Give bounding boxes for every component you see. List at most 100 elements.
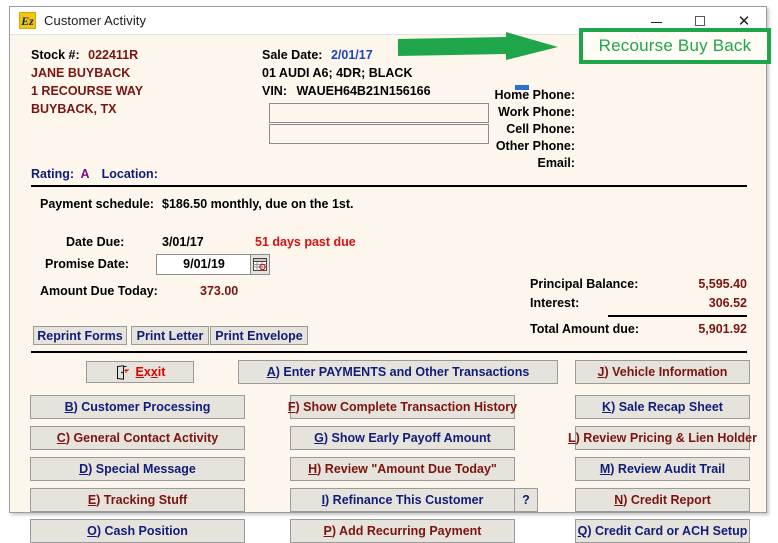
vin-value: WAUEH64B21N156166 xyxy=(296,84,431,98)
accel-k: K xyxy=(602,400,612,414)
work-phone-label: Work Phone: xyxy=(498,105,575,119)
date-due-label: Date Due: xyxy=(66,235,125,249)
annotation-callout-box: Recourse Buy Back xyxy=(579,28,771,64)
accel-g: G xyxy=(314,431,324,445)
interest-row: Interest: 306.52 xyxy=(530,294,747,313)
principal-balance-label: Principal Balance: xyxy=(530,277,639,291)
accel-e: E xyxy=(87,493,97,507)
contact-labels: Home Phone: Work Phone: Cell Phone: Othe… xyxy=(440,87,575,172)
review-audit-trail-button[interactable]: M) Review Audit Trail xyxy=(575,457,750,481)
annotation-arrow xyxy=(398,32,558,60)
accel-d: D xyxy=(79,462,89,476)
special-message-button[interactable]: D) Special Message xyxy=(30,457,245,481)
divider-top xyxy=(31,185,747,187)
accel-b: B xyxy=(64,400,74,414)
rating-label: Rating: xyxy=(31,167,75,181)
exit-button-label: Exxit xyxy=(135,365,166,379)
add-recurring-payment-button[interactable]: P) Add Recurring Payment xyxy=(290,519,515,543)
window-title: Customer Activity xyxy=(44,13,147,28)
exit-door-icon xyxy=(116,364,129,380)
obscured-blue-label-fragment xyxy=(515,85,529,90)
divider-bottom xyxy=(31,351,747,353)
print-letter-button[interactable]: Print Letter xyxy=(131,326,209,345)
email-label: Email: xyxy=(537,156,575,170)
calendar-picker-button[interactable] xyxy=(250,254,270,275)
sale-recap-sheet-button[interactable]: K) Sale Recap Sheet xyxy=(575,395,750,419)
sale-date-row: Sale Date: 2/01/17 xyxy=(262,48,373,62)
date-due-value: 3/01/17 xyxy=(162,235,204,249)
payment-schedule-label: Payment schedule: xyxy=(40,197,154,211)
accel-n: N xyxy=(614,493,624,507)
customer-address: 1 RECOURSE WAY xyxy=(31,84,144,98)
amount-due-today-label: Amount Due Today: xyxy=(40,284,158,298)
close-icon: ✕ xyxy=(737,12,751,30)
stock-number-row: Stock #: 022411R xyxy=(31,48,138,62)
print-envelope-button[interactable]: Print Envelope xyxy=(210,326,308,345)
refinance-customer-button[interactable]: I) Refinance This Customer xyxy=(290,488,515,512)
stock-number-value: 022411R xyxy=(88,48,139,62)
total-amount-due-row: Total Amount due: 5,901.92 xyxy=(530,320,747,339)
total-amount-due-label: Total Amount due: xyxy=(530,322,640,336)
customer-city-state: BUYBACK, TX xyxy=(31,102,117,116)
refinance-help-button[interactable]: ? xyxy=(514,488,538,512)
rating-value: A xyxy=(80,167,90,181)
sale-date-label: Sale Date: xyxy=(262,48,323,62)
client-area: Stock #: 022411R JANE BUYBACK 1 RECOURSE… xyxy=(10,35,766,543)
credit-report-button[interactable]: N) Credit Report xyxy=(575,488,750,512)
accel-q: Q xyxy=(577,524,588,538)
accel-o: O xyxy=(87,524,97,538)
accel-l: L xyxy=(568,431,576,445)
exit-accel-x: x xyxy=(150,365,158,379)
accel-p: P xyxy=(323,524,332,538)
customer-activity-window: Ez Customer Activity ✕ Stock #: 022411R … xyxy=(9,6,767,543)
review-pricing-lien-holder-button[interactable]: L) Review Pricing & Lien Holder xyxy=(568,426,757,450)
accel-a: A xyxy=(266,365,276,379)
customer-name: JANE BUYBACK xyxy=(31,66,131,80)
principal-balance-row: Principal Balance: 5,595.40 xyxy=(530,275,747,294)
vin-row: VIN: WAUEH64B21N156166 xyxy=(262,84,431,98)
accel-f: F xyxy=(287,400,296,414)
app-icon: Ez xyxy=(19,12,36,29)
enter-payments-button[interactable]: A) Enter PAYMENTS and Other Transactions xyxy=(238,360,558,384)
minimize-icon xyxy=(650,22,662,23)
balance-summary: Principal Balance: 5,595.40 Interest: 30… xyxy=(530,275,747,339)
vin-label: VIN: xyxy=(262,84,287,98)
annotation-callout-text: Recourse Buy Back xyxy=(598,36,752,55)
vehicle-description: 01 AUDI A6; 4DR; BLACK xyxy=(262,66,413,80)
interest-value: 306.52 xyxy=(708,296,747,310)
promise-date-label: Promise Date: xyxy=(45,257,130,271)
maximize-icon xyxy=(695,15,705,26)
calendar-icon xyxy=(253,258,267,271)
accel-h: H xyxy=(308,462,318,476)
early-payoff-button[interactable]: G) Show Early Payoff Amount xyxy=(290,426,515,450)
exit-accel-e: E xyxy=(135,365,144,379)
amount-due-today-value: 373.00 xyxy=(200,284,239,298)
general-contact-activity-button[interactable]: C) General Contact Activity xyxy=(30,426,245,450)
review-amount-due-button[interactable]: H) Review "Amount Due Today" xyxy=(290,457,515,481)
total-amount-due-value: 5,901.92 xyxy=(698,322,747,336)
balance-divider xyxy=(608,315,747,317)
payment-schedule-value: $186.50 monthly, due on the 1st. xyxy=(162,197,354,211)
accel-c: C xyxy=(56,431,66,445)
rating-row: Rating: A Location: xyxy=(31,167,158,181)
transaction-history-button[interactable]: F) Show Complete Transaction History xyxy=(287,395,517,419)
home-phone-label: Home Phone: xyxy=(494,88,575,102)
accel-j: J xyxy=(597,365,605,379)
stock-number-label: Stock #: xyxy=(31,48,80,62)
cell-phone-label: Cell Phone: xyxy=(506,122,575,136)
exit-button[interactable]: Exxit xyxy=(86,361,194,383)
interest-label: Interest: xyxy=(530,296,580,310)
sale-date-value: 2/01/17 xyxy=(330,48,373,62)
principal-balance-value: 5,595.40 xyxy=(698,277,747,291)
cash-position-button[interactable]: O) Cash Position xyxy=(30,519,245,543)
vehicle-information-button[interactable]: J) Vehicle Information xyxy=(575,360,750,384)
accel-m: M xyxy=(599,462,611,476)
other-phone-label: Other Phone: xyxy=(495,139,575,153)
promise-date-input[interactable]: 9/01/19 xyxy=(156,254,252,275)
credit-card-ach-setup-button[interactable]: Q) Credit Card or ACH Setup xyxy=(575,519,750,543)
customer-processing-button[interactable]: B) Customer Processing xyxy=(30,395,245,419)
past-due-status: 51 days past due xyxy=(255,235,356,249)
location-label: Location: xyxy=(101,167,158,181)
reprint-forms-button[interactable]: Reprint Forms xyxy=(33,326,127,345)
tracking-stuff-button[interactable]: E) Tracking Stuff xyxy=(30,488,245,512)
